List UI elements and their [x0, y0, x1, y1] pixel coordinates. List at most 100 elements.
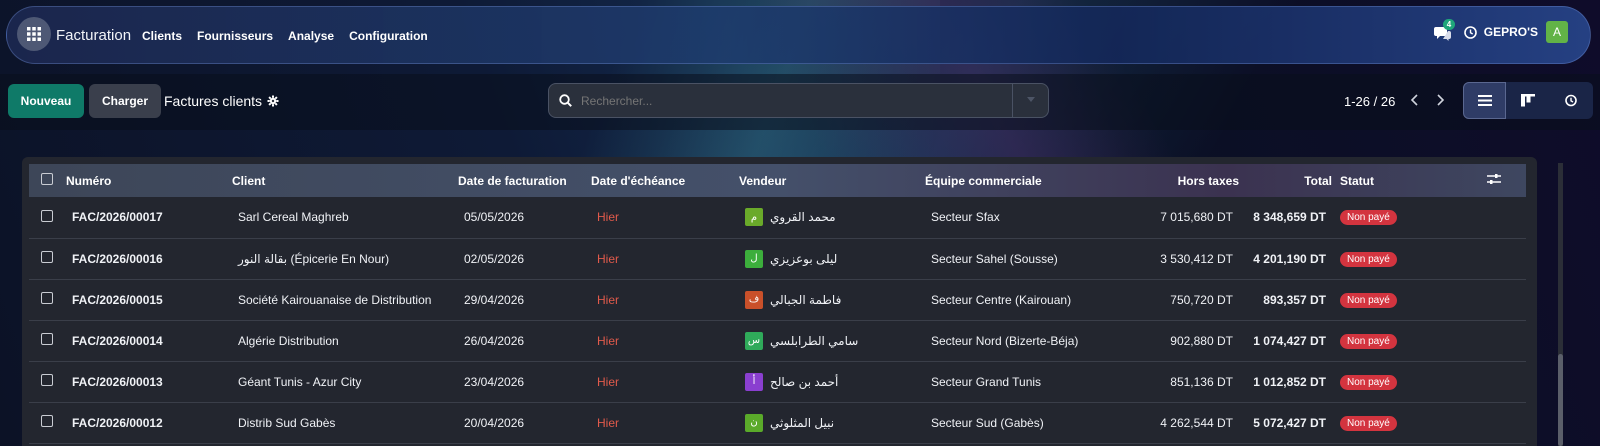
row-checkbox[interactable] [41, 251, 53, 263]
invoice-number: FAC/2026/00017 [72, 210, 163, 225]
salesperson-name: ليلى بوعزيزي [770, 251, 838, 266]
gear-icon[interactable] [267, 95, 279, 107]
status-badge: Non payé [1340, 374, 1397, 390]
column-header-vendeur[interactable]: Vendeur [739, 164, 925, 197]
pager-next-button[interactable] [1430, 90, 1450, 110]
client-name: Sarl Cereal Maghreb [238, 210, 349, 225]
company-switcher[interactable]: GEPRO'S [1484, 25, 1538, 39]
status-cell: Non payé [1332, 238, 1462, 279]
salesperson-cell: ل ليلى بوعزيزي [739, 238, 925, 279]
due-date: Hier [597, 333, 620, 348]
table-row[interactable]: FAC/2026/00017 Sarl Cereal Maghreb 05/05… [29, 197, 1526, 238]
row-checkbox[interactable] [41, 333, 53, 345]
invoice-date: 23/04/2026 [464, 374, 525, 389]
apps-grid-icon [27, 27, 41, 41]
invoice-number: FAC/2026/00015 [72, 292, 163, 307]
invoice-date: 05/05/2026 [464, 210, 525, 225]
column-options-cell [1462, 164, 1526, 197]
row-select-cell [29, 320, 66, 361]
pager-previous-button[interactable] [1404, 90, 1424, 110]
salesperson-name: محمد القروي [770, 210, 836, 225]
load-button[interactable]: Charger [89, 84, 161, 118]
status-cell: Non payé [1332, 197, 1462, 238]
breadcrumb: Factures clients [164, 93, 279, 109]
search-divider [1012, 84, 1013, 117]
salesperson-name: فاطمة الجبالي [770, 292, 842, 307]
column-header-date-facturation[interactable]: Date de facturation [458, 164, 591, 197]
list-view-icon [1477, 95, 1492, 106]
menu-item-configuration[interactable]: Configuration [349, 29, 428, 43]
kanban-view-button[interactable] [1506, 82, 1549, 119]
scrollbar-thumb[interactable] [1558, 354, 1563, 446]
messages-button[interactable]: 4 [1433, 19, 1456, 41]
status-cell: Non payé [1332, 320, 1462, 361]
invoice-number: FAC/2026/00013 [72, 374, 163, 389]
row-checkbox[interactable] [41, 209, 53, 222]
status-cell: Non payé [1332, 402, 1462, 443]
amount-total: 8 348,659 DT [1253, 210, 1326, 225]
search-icon [559, 94, 572, 107]
table-row[interactable]: FAC/2026/00012 Distrib Sud Gabès 20/04/2… [29, 402, 1526, 443]
column-header-hors-taxes[interactable]: Hors taxes [1125, 164, 1239, 197]
invoice-date: 26/04/2026 [464, 333, 525, 348]
column-header-client[interactable]: Client [232, 164, 458, 197]
amount-total: 5 072,427 DT [1253, 415, 1326, 430]
row-select-cell [29, 197, 66, 238]
top-navbar: Facturation Clients Fournisseurs Analyse… [6, 6, 1591, 64]
table-row[interactable]: FAC/2026/00013 Géant Tunis - Azur City 2… [29, 361, 1526, 402]
menu-item-analyse[interactable]: Analyse [288, 29, 334, 43]
due-date: Hier [597, 210, 620, 225]
activity-view-button[interactable] [1550, 82, 1593, 119]
invoice-number: FAC/2026/00012 [72, 415, 163, 430]
menu-item-clients[interactable]: Clients [142, 29, 182, 43]
view-switcher [1463, 82, 1593, 119]
column-options-icon[interactable] [1487, 173, 1501, 185]
client-name: Société Kairouanaise de Distribution [238, 292, 432, 307]
new-button[interactable]: Nouveau [8, 84, 84, 118]
row-select-cell [29, 402, 66, 443]
status-badge: Non payé [1340, 415, 1397, 431]
column-header-statut[interactable]: Statut [1332, 164, 1462, 197]
column-header-equipe[interactable]: Équipe commerciale [925, 164, 1125, 197]
due-date: Hier [597, 292, 620, 307]
amount-untaxed: 750,720 DT [1170, 292, 1233, 307]
clock-icon[interactable] [1463, 25, 1477, 39]
user-avatar[interactable]: A [1546, 21, 1568, 43]
column-header-date-echeance[interactable]: Date d'échéance [591, 164, 739, 197]
amount-untaxed: 7 015,680 DT [1160, 210, 1233, 225]
pager-value[interactable]: 1-26 / 26 [1344, 94, 1395, 109]
invoice-number: FAC/2026/00014 [72, 333, 163, 348]
amount-untaxed: 902,880 DT [1170, 333, 1233, 348]
row-checkbox[interactable] [41, 374, 53, 386]
column-header-numero[interactable]: Numéro [66, 164, 232, 197]
salesperson-avatar: ن [745, 413, 763, 432]
row-select-cell [29, 238, 66, 279]
table-row[interactable]: FAC/2026/00016 بقالة النور (Épicerie En … [29, 238, 1526, 279]
row-select-cell [29, 279, 66, 320]
salesperson-cell: م محمد القروي [739, 197, 925, 238]
status-badge: Non payé [1340, 333, 1397, 349]
app-brand[interactable]: Facturation [56, 27, 131, 44]
apps-menu-button[interactable] [17, 17, 51, 51]
salesperson-cell: س سامي الطرابلسي [739, 320, 925, 361]
row-checkbox[interactable] [41, 415, 53, 427]
row-checkbox[interactable] [41, 292, 53, 304]
menu-item-fournisseurs[interactable]: Fournisseurs [197, 29, 273, 43]
salesperson-cell: ف فاطمة الجبالي [739, 279, 925, 320]
status-badge: Non payé [1340, 251, 1397, 267]
due-date: Hier [597, 415, 620, 430]
list-view-button[interactable] [1463, 82, 1507, 119]
main-menu: Clients Fournisseurs Analyse Configurati… [142, 29, 443, 43]
salesperson-name: سامي الطرابلسي [770, 333, 859, 348]
row-select-cell [29, 361, 66, 402]
search-dropdown-toggle[interactable] [1027, 97, 1035, 102]
column-header-total[interactable]: Total [1239, 164, 1332, 197]
invoice-number: FAC/2026/00016 [72, 251, 163, 266]
table-row[interactable]: FAC/2026/00015 Société Kairouanaise de D… [29, 279, 1526, 320]
sales-team: Secteur Sahel (Sousse) [931, 251, 1058, 266]
select-all-checkbox[interactable] [41, 173, 53, 185]
salesperson-cell: ن نبيل المثلوثي [739, 402, 925, 443]
control-panel: Nouveau Charger Factures clients 1-26 / … [0, 74, 1600, 130]
search-input[interactable] [581, 93, 991, 108]
table-row[interactable]: FAC/2026/00014 Algérie Distribution 26/0… [29, 320, 1526, 361]
